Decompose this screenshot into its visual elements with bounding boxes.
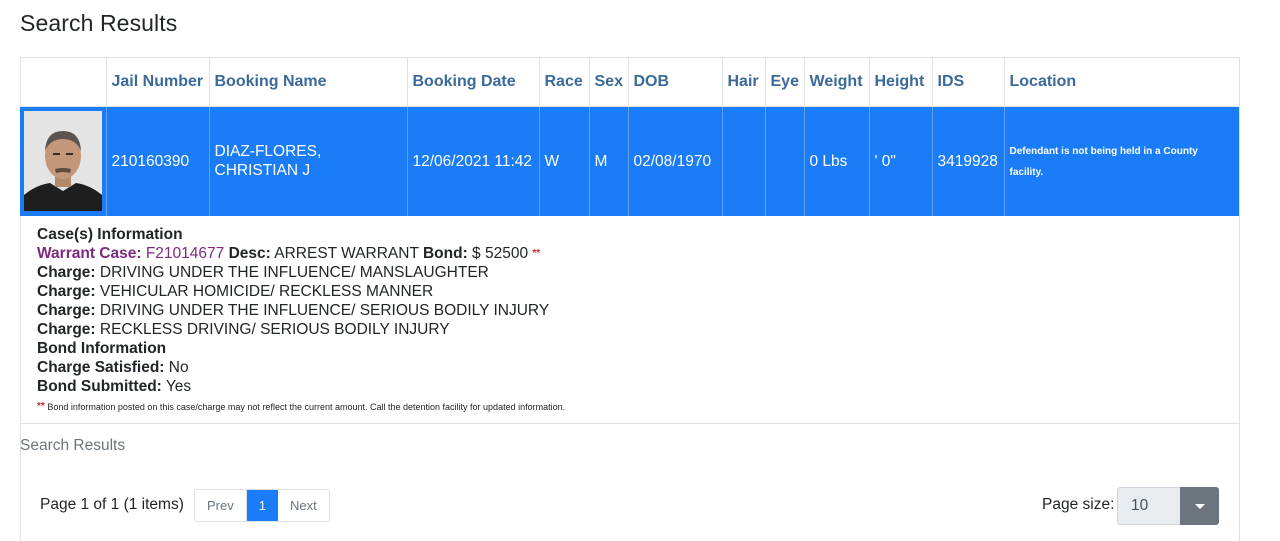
header-eye[interactable]: Eye (764, 57, 805, 107)
bond-label: Bond: (422, 245, 468, 262)
charge-label: Charge: (37, 321, 96, 338)
photo-cell (20, 106, 106, 216)
booking-photo[interactable] (24, 111, 102, 212)
cases-heading: Case(s) Information (37, 226, 183, 243)
page-size-select[interactable]: 10 (1117, 487, 1219, 525)
jail-number-cell: 210160390 (105, 106, 209, 216)
charge-label: Charge: (37, 302, 96, 319)
location-text: Defendant is not being held in a County … (1009, 146, 1198, 179)
case-details: Case(s) Information Warrant Case: F21014… (37, 225, 565, 414)
hair-cell (721, 106, 765, 216)
charge-row: Charge: DRIVING UNDER THE INFLUENCE/ SER… (37, 301, 565, 320)
warrant-row: Warrant Case: F21014677 Desc: ARREST WAR… (37, 244, 565, 263)
bond-submitted-label: Bond Submitted: (37, 378, 162, 395)
header-booking-date[interactable]: Booking Date (406, 57, 540, 107)
desc-value: ARREST WARRANT (274, 245, 419, 262)
header-ids[interactable]: IDS (931, 57, 1005, 107)
bond-value: $ 52500 (472, 245, 529, 262)
warrant-case-label: Warrant Case: (37, 245, 142, 262)
bond-heading: Bond Information (37, 340, 167, 357)
header-location[interactable]: Location (1003, 57, 1239, 107)
charge-row: Charge: RECKLESS DRIVING/ SERIOUS BODILY… (37, 320, 565, 339)
ids-cell: 3419928 (931, 106, 1004, 216)
header-jail-number[interactable]: Jail Number (105, 57, 210, 107)
footer-caption: Search Results (20, 437, 126, 454)
weight-cell: 0 Lbs (803, 106, 869, 216)
bond-disclaimer: ** Bond information posted on this case/… (37, 400, 565, 414)
desc-label: Desc: (228, 245, 271, 262)
page-title: Search Results (20, 10, 178, 36)
charge-row: Charge: VEHICULAR HOMICIDE/ RECKLESS MAN… (37, 282, 565, 301)
header-race[interactable]: Race (538, 57, 590, 107)
header-weight[interactable]: Weight (803, 57, 870, 107)
bond-asterisks: ** (532, 248, 541, 259)
disclaimer-text: Bond information posted on this case/cha… (47, 402, 566, 412)
charge-satisfied-label: Charge Satisfied: (37, 359, 165, 376)
header-height[interactable]: Height (868, 57, 933, 107)
charge-value: RECKLESS DRIVING/ SERIOUS BODILY INJURY (99, 321, 450, 338)
header-hair[interactable]: Hair (721, 57, 766, 107)
height-cell: ' 0" (868, 106, 932, 216)
booking-name-cell: DIAZ-FLORES, CHRISTIAN J (208, 106, 407, 216)
bond-submitted-value: Yes (165, 378, 192, 395)
footer-divider (20, 423, 1240, 424)
booking-date-cell: 12/06/2021 11:42 (406, 106, 539, 216)
dob-cell: 02/08/1970 (627, 106, 722, 216)
warrant-case-value: F21014677 (145, 245, 225, 262)
header-photo (20, 57, 107, 107)
page-size-dropdown-button[interactable] (1180, 487, 1219, 525)
charge-satisfied-value: No (168, 359, 189, 376)
charge-value: DRIVING UNDER THE INFLUENCE/ MANSLAUGHTE… (99, 264, 489, 281)
page-size-value[interactable]: 10 (1117, 487, 1180, 525)
chevron-down-icon (1194, 503, 1205, 509)
eye-cell (764, 106, 804, 216)
next-page-button[interactable]: Next (277, 490, 329, 521)
page-info: Page 1 of 1 (1 items) (40, 496, 184, 513)
sex-cell: M (588, 106, 628, 216)
header-booking-name[interactable]: Booking Name (208, 57, 408, 107)
header-dob[interactable]: DOB (627, 57, 723, 107)
disclaimer-asterisks: ** (37, 401, 45, 412)
charge-label: Charge: (37, 283, 96, 300)
charge-value: VEHICULAR HOMICIDE/ RECKLESS MANNER (99, 283, 434, 300)
race-cell: W (538, 106, 589, 216)
page-size-label: Page size: (1042, 496, 1115, 513)
location-cell: Defendant is not being held in a County … (1003, 106, 1239, 216)
table-header-row: Jail Number Booking Name Booking Date Ra… (20, 57, 1239, 107)
charge-row: Charge: DRIVING UNDER THE INFLUENCE/ MAN… (37, 263, 565, 282)
table-row[interactable]: 210160390 DIAZ-FLORES, CHRISTIAN J 12/06… (20, 106, 1239, 216)
header-sex[interactable]: Sex (588, 57, 629, 107)
charge-value: DRIVING UNDER THE INFLUENCE/ SERIOUS BOD… (99, 302, 550, 319)
prev-page-button[interactable]: Prev (195, 490, 247, 521)
pagination: Prev 1 Next (194, 489, 330, 522)
charge-label: Charge: (37, 264, 96, 281)
page-1-button[interactable]: 1 (246, 490, 278, 521)
results-table: Jail Number Booking Name Booking Date Ra… (20, 57, 1239, 216)
